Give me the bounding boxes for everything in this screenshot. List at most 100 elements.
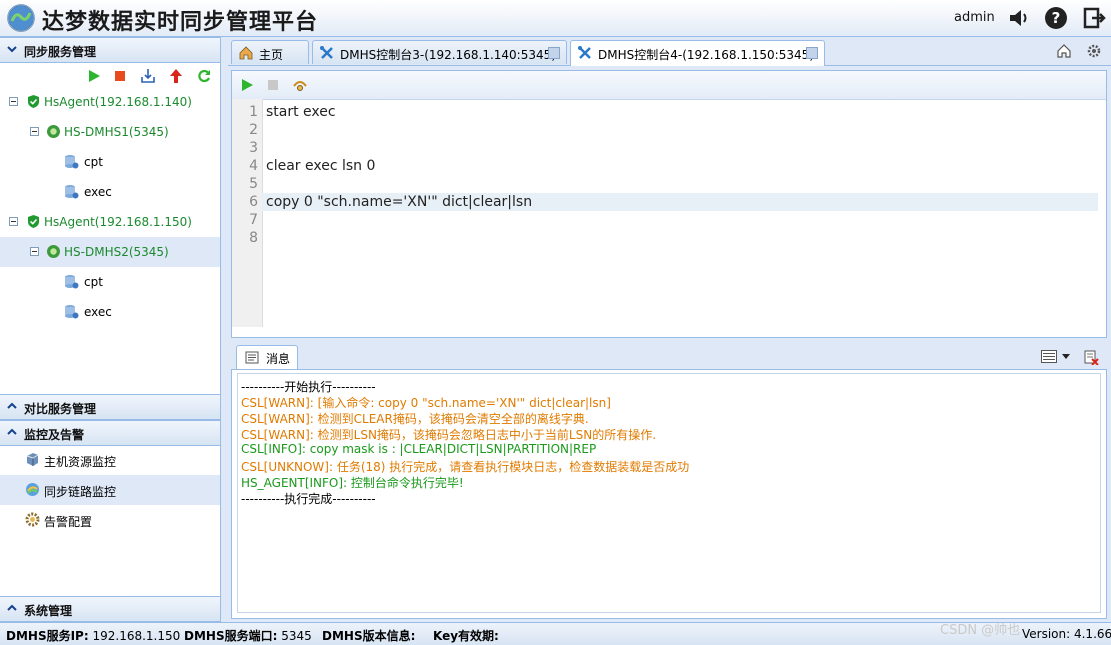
collapse-toggle[interactable]	[9, 97, 18, 106]
server-icon	[26, 453, 39, 466]
tree-label: exec	[84, 305, 112, 319]
start-icon[interactable]	[86, 68, 102, 84]
code-line: clear exec lsn 0	[266, 158, 376, 174]
section-sync-service[interactable]: 同步服务管理	[0, 37, 220, 63]
close-icon[interactable]	[806, 47, 818, 59]
tree-node-cpt-1[interactable]: cpt	[0, 147, 220, 177]
message-log[interactable]: ----------开始执行---------- CSL[WARN]: [输入命…	[237, 373, 1101, 613]
command-editor-panel: 1 2 3 4 5 6 7 8 start exec clear exec ls…	[231, 70, 1107, 338]
menu-alarm-config[interactable]: 告警配置	[0, 505, 220, 535]
watermark: CSDN @帅也	[940, 623, 1021, 638]
home-icon[interactable]	[1056, 43, 1072, 59]
shield-icon	[28, 215, 39, 228]
menu-label: 告警配置	[44, 515, 93, 529]
section-label: 系统管理	[24, 604, 73, 618]
home-icon	[239, 46, 253, 60]
tree-node-dmhs2[interactable]: HS-DMHS2(5345)	[0, 237, 220, 267]
menu-host-monitor[interactable]: 主机资源监控	[0, 445, 220, 475]
tree-node-exec-1[interactable]: exec	[0, 177, 220, 207]
menu-link-monitor[interactable]: 同步链路监控	[0, 475, 220, 505]
list-view-icon[interactable]	[1041, 350, 1057, 363]
section-label: 监控及告警	[24, 428, 85, 442]
tree-node-agent-150[interactable]: HsAgent(192.168.1.150)	[0, 207, 220, 237]
gear-icon	[25, 512, 40, 527]
tree-label: HS-DMHS1(5345)	[64, 125, 169, 139]
format-icon[interactable]	[292, 77, 308, 93]
tree-node-cpt-2[interactable]: cpt	[0, 267, 220, 297]
log-line: ----------开始执行----------	[241, 380, 376, 394]
app-logo-icon	[7, 4, 35, 32]
section-compare-service[interactable]: 对比服务管理	[0, 394, 220, 420]
upload-icon[interactable]	[168, 68, 184, 84]
chevron-up-icon	[7, 402, 17, 409]
shield-icon	[28, 95, 39, 108]
import-icon[interactable]	[140, 68, 156, 84]
chevron-up-icon	[7, 604, 17, 611]
status-version-label: DMHS版本信息:	[322, 629, 416, 643]
tab-label: 消息	[266, 352, 291, 366]
database-icon	[65, 185, 79, 199]
clear-log-icon[interactable]	[1083, 350, 1099, 365]
user-name[interactable]: admin	[954, 10, 995, 25]
collapse-toggle[interactable]	[30, 247, 39, 256]
section-monitor[interactable]: 监控及告警	[0, 420, 220, 446]
status-port-value: 5345	[281, 629, 312, 643]
log-line: CSL[WARN]: [输入命令: copy 0 "sch.name='XN'"…	[241, 396, 611, 410]
speaker-icon[interactable]	[1006, 6, 1030, 30]
logout-icon[interactable]	[1082, 6, 1106, 30]
section-system[interactable]: 系统管理	[0, 596, 220, 622]
status-ip-label: DMHS服务IP:	[6, 629, 89, 643]
log-line: CSL[UNKNOW]: 任务(18) 执行完成，请查看执行模块日志，检查数据装…	[241, 460, 690, 474]
settings-icon[interactable]	[1086, 43, 1102, 59]
stop-icon[interactable]	[267, 79, 279, 91]
status-port-label: DMHS服务端口:	[184, 629, 278, 643]
stop-icon[interactable]	[112, 68, 128, 84]
sync-toolbar	[0, 63, 220, 89]
left-panel: 同步服务管理 HsAgent(192.168.1.140) HS-DMHS1(5…	[0, 37, 221, 642]
status-key-label: Key有效期:	[433, 629, 499, 643]
tree-label: cpt	[84, 275, 103, 289]
database-icon	[65, 275, 79, 289]
chevron-up-icon	[7, 428, 17, 435]
panel-splitter[interactable]	[221, 37, 227, 642]
tab-label: DMHS控制台3-(192.168.1.140:5345)	[340, 48, 556, 62]
collapse-toggle[interactable]	[9, 217, 18, 226]
tree-node-dmhs1[interactable]: HS-DMHS1(5345)	[0, 117, 220, 147]
status-ip-value: 192.168.1.150	[92, 629, 181, 643]
section-label: 对比服务管理	[24, 402, 97, 416]
svg-text:?: ?	[1052, 9, 1061, 27]
log-line: CSL[WARN]: 检测到CLEAR掩码，该掩码会清空全部的离线字典.	[241, 412, 589, 426]
chevron-down-icon[interactable]	[1062, 354, 1070, 360]
help-icon[interactable]: ?	[1044, 6, 1068, 30]
tree-label: HsAgent(192.168.1.140)	[44, 95, 192, 109]
code-area[interactable]: start exec clear exec lsn 0 copy 0 "sch.…	[232, 99, 1106, 327]
tab-console-3[interactable]: DMHS控制台3-(192.168.1.140:5345)	[312, 40, 567, 64]
database-icon	[65, 155, 79, 169]
menu-label: 主机资源监控	[44, 455, 117, 469]
tab-messages[interactable]: 消息	[236, 345, 298, 369]
service-icon	[47, 125, 60, 138]
tools-icon	[578, 46, 591, 59]
chevron-down-icon	[7, 46, 17, 53]
tree-label: HS-DMHS2(5345)	[64, 245, 169, 259]
tab-console-4[interactable]: DMHS控制台4-(192.168.1.150:5345)	[570, 40, 825, 66]
tab-label: 主页	[259, 48, 284, 62]
tools-icon	[320, 46, 333, 59]
close-icon[interactable]	[548, 47, 560, 59]
tab-home[interactable]: 主页	[231, 40, 309, 64]
tree-node-agent-140[interactable]: HsAgent(192.168.1.140)	[0, 87, 220, 117]
collapse-toggle[interactable]	[30, 127, 39, 136]
refresh-icon[interactable]	[196, 68, 212, 84]
message-icon	[245, 351, 259, 364]
tree-label: HsAgent(192.168.1.150)	[44, 215, 192, 229]
version-text: Version: 4.1.66	[1022, 627, 1111, 641]
tab-bar: 主页 DMHS控制台3-(192.168.1.140:5345) DMHS控制台…	[228, 37, 1111, 66]
menu-label: 同步链路监控	[44, 485, 117, 499]
code-line: copy 0 "sch.name='XN'" dict|clear|lsn	[266, 194, 533, 210]
tab-label: DMHS控制台4-(192.168.1.150:5345)	[598, 48, 814, 62]
log-line: CSL[INFO]: copy mask is : |CLEAR|DICT|LS…	[241, 442, 597, 456]
message-panel: ----------开始执行---------- CSL[WARN]: [输入命…	[231, 369, 1107, 619]
editor-toolbar	[232, 71, 1106, 100]
run-icon[interactable]	[240, 78, 254, 92]
tree-node-exec-2[interactable]: exec	[0, 297, 220, 327]
